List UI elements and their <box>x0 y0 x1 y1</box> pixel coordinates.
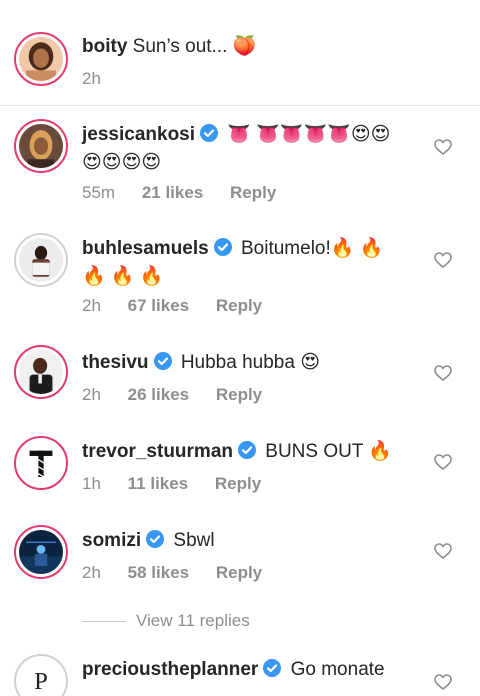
comment-time: 1h <box>82 474 101 493</box>
reply-button[interactable]: Reply <box>215 474 261 493</box>
comment-text: Go monate <box>290 659 385 680</box>
comment-text: Sbwl <box>173 530 215 551</box>
comment-username[interactable]: buhlesamuels <box>82 238 209 259</box>
heart-outline-icon[interactable] <box>434 543 452 559</box>
comment-line: somizi Sbwl <box>82 527 420 555</box>
comment-meta: 1h 11 likes Reply <box>82 474 283 494</box>
reply-button[interactable]: Reply <box>216 385 262 404</box>
comment-meta: 2h 26 likes Reply <box>82 385 284 405</box>
avatar-boity[interactable] <box>14 32 68 86</box>
view-replies-button[interactable]: View 11 replies <box>82 608 250 634</box>
comment-username[interactable]: thesivu <box>82 352 149 373</box>
caption-line: boity Sun’s out... 🍑 <box>82 33 420 61</box>
heart-outline-icon[interactable] <box>434 139 452 155</box>
comment-text: Boitumelo!🔥 🔥 <box>241 238 384 259</box>
verified-badge-icon <box>238 440 256 459</box>
avatar-jessicankosi[interactable] <box>14 119 68 173</box>
reply-button[interactable]: Reply <box>230 183 276 202</box>
comment-meta: 55m 21 likes Reply <box>82 183 298 203</box>
comment-text-cont: 😍😍😍😍 <box>82 152 162 173</box>
verified-badge-icon <box>153 351 172 370</box>
comment-likes[interactable]: 21 likes <box>142 183 203 202</box>
comment-text: BUNS OUT 🔥 <box>265 441 393 462</box>
caption-meta: 2h <box>82 69 123 89</box>
comment-text: 👅 👅👅👅👅😍😍 <box>227 124 391 145</box>
verified-badge-icon <box>213 237 232 256</box>
comment-line: jessicankosi 👅 👅👅👅👅😍😍 😍😍😍😍 <box>82 121 420 177</box>
comment-time: 55m <box>82 183 116 202</box>
heart-outline-icon[interactable] <box>434 252 452 268</box>
verified-badge-icon <box>146 529 165 548</box>
comment-text-cont: 🔥 🔥 🔥 <box>82 266 164 287</box>
comment-likes[interactable]: 58 likes <box>128 563 189 582</box>
comment-meta: 2h 58 likes Reply <box>82 563 284 583</box>
replies-divider <box>82 620 126 622</box>
comment-time: 2h <box>82 563 101 582</box>
view-replies-label: View 11 replies <box>136 611 250 630</box>
post-caption: boity Sun’s out... 🍑 2h <box>0 0 480 106</box>
comment-line: precioustheplanner Go monate <box>82 656 420 684</box>
comment-line: trevor_stuurman BUNS OUT 🔥 <box>82 438 420 466</box>
comment-likes[interactable]: 26 likes <box>128 385 189 404</box>
comment-username[interactable]: somizi <box>82 530 141 551</box>
avatar-precioustheplanner[interactable]: P <box>14 654 68 696</box>
heart-outline-icon[interactable] <box>434 674 452 690</box>
caption-username[interactable]: boity <box>82 36 127 57</box>
avatar-thesivu[interactable] <box>14 345 68 399</box>
comment-likes[interactable]: 67 likes <box>128 296 189 315</box>
svg-text:P: P <box>34 668 48 695</box>
comment-username[interactable]: jessicankosi <box>82 124 195 145</box>
comment-likes[interactable]: 11 likes <box>128 474 189 493</box>
verified-badge-icon <box>263 658 282 677</box>
comment-username[interactable]: precioustheplanner <box>82 659 258 680</box>
heart-outline-icon[interactable] <box>434 365 452 381</box>
reply-button[interactable]: Reply <box>216 563 262 582</box>
caption-text: Sun’s out... 🍑 <box>132 36 257 57</box>
comment-line: buhlesamuels Boitumelo!🔥 🔥 🔥 🔥 🔥 <box>82 235 420 291</box>
caption-time: 2h <box>82 69 101 88</box>
comment-meta: 2h 67 likes Reply <box>82 296 284 316</box>
avatar-trevor-stuurman[interactable] <box>14 436 68 490</box>
verified-badge-icon <box>200 123 219 142</box>
avatar-buhlesamuels[interactable] <box>14 233 68 287</box>
reply-button[interactable]: Reply <box>216 296 262 315</box>
comment-line: thesivu Hubba hubba 😍 <box>82 349 420 377</box>
comment-text: Hubba hubba 😍 <box>180 352 321 373</box>
comment-username[interactable]: trevor_stuurman <box>82 441 233 462</box>
comment-time: 2h <box>82 385 101 404</box>
avatar-somizi[interactable] <box>14 525 68 579</box>
comment-time: 2h <box>82 296 101 315</box>
heart-outline-icon[interactable] <box>434 454 452 470</box>
